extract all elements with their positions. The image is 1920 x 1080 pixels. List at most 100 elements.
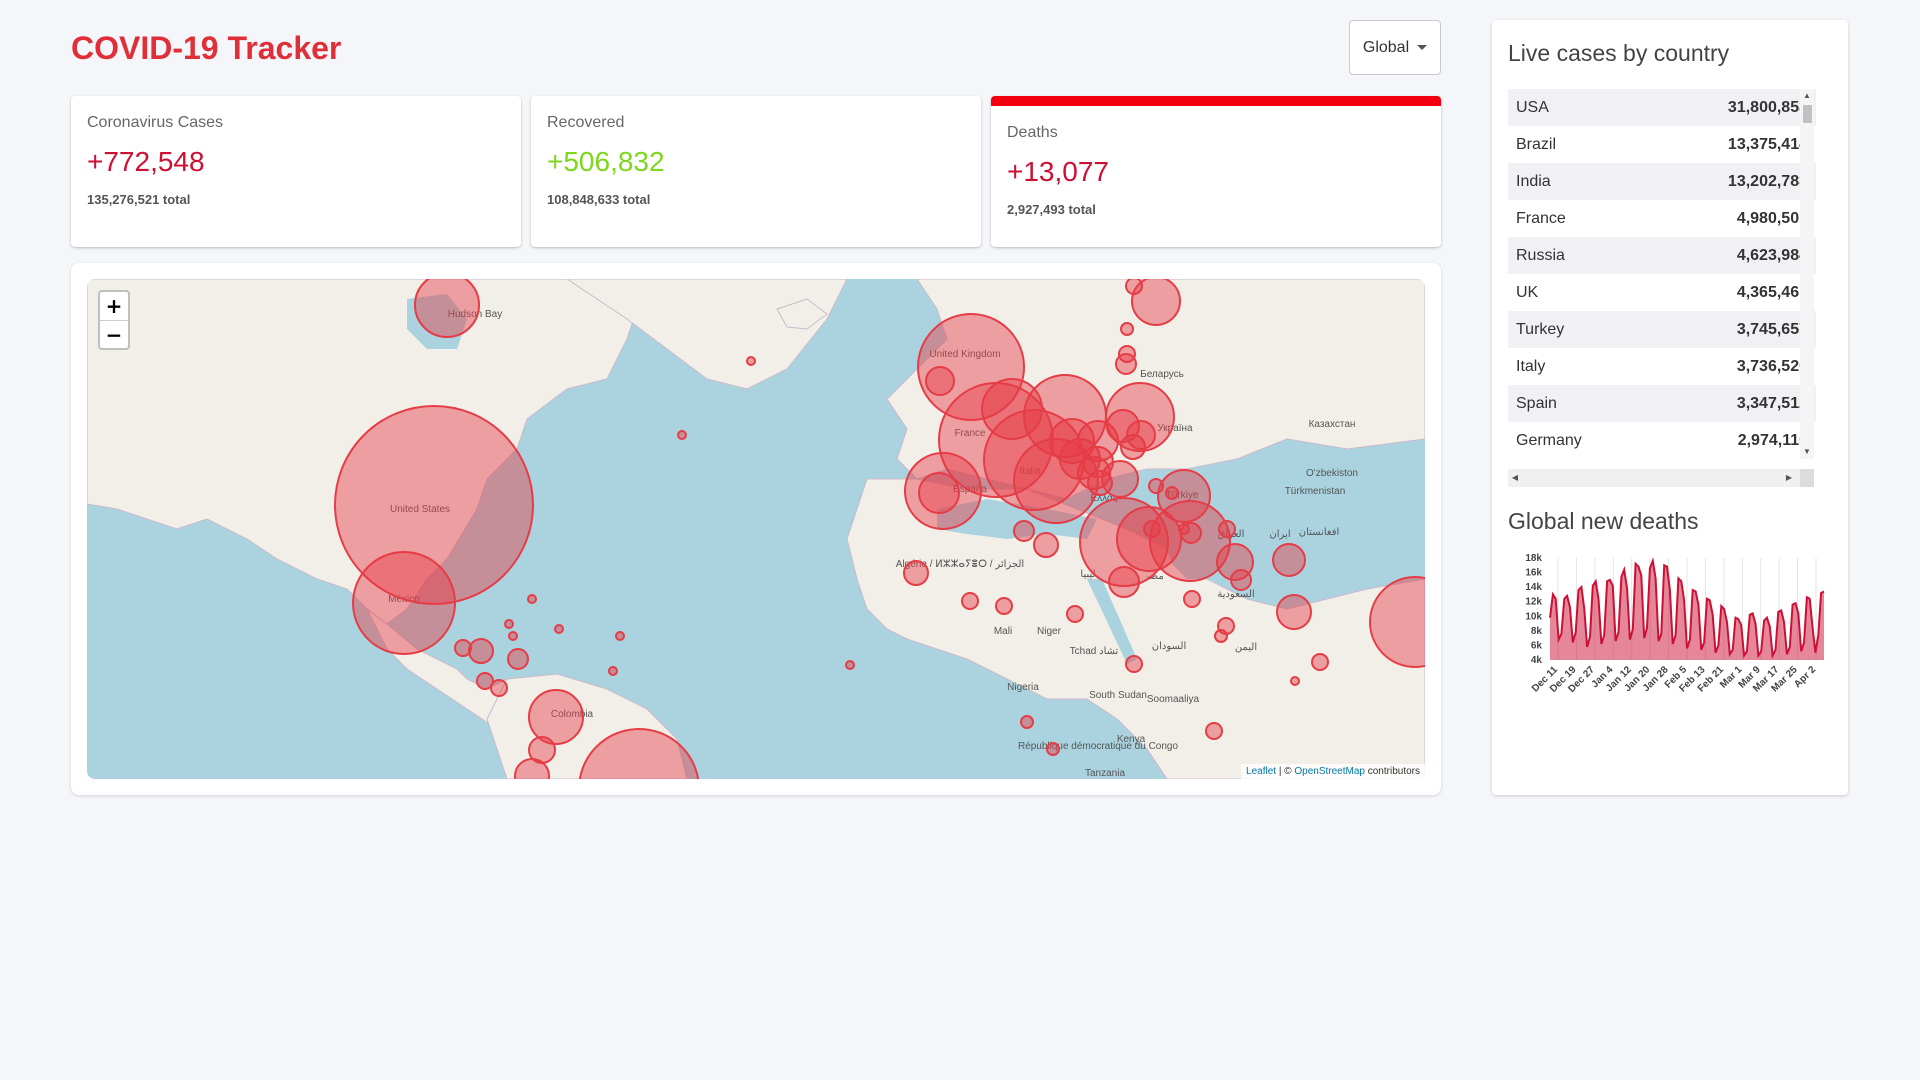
map-case-bubble[interactable] — [1106, 409, 1140, 443]
map-case-bubble[interactable] — [1046, 742, 1060, 756]
map-canvas[interactable]: United StatesMéxicoUnited KingdomEspañaF… — [87, 279, 1425, 779]
map-case-bubble[interactable] — [677, 430, 687, 440]
country-row: Turkey 3,745,657 — [1508, 311, 1816, 348]
stat-value: +772,548 — [87, 146, 205, 177]
attribution-separator: | © — [1276, 766, 1295, 777]
scroll-down-arrow[interactable]: ▼ — [1800, 445, 1814, 459]
map-label: South Sudan — [1089, 690, 1147, 701]
map-case-bubble[interactable] — [1143, 520, 1161, 538]
map-case-bubble[interactable] — [1125, 279, 1143, 295]
chart-x-tick: Apr 2 — [1792, 664, 1818, 690]
map-label: Tchad تشاد — [1070, 646, 1119, 657]
map-case-bubble[interactable] — [1230, 569, 1252, 591]
map-case-bubble[interactable] — [1077, 456, 1111, 490]
scroll-thumb[interactable] — [1803, 105, 1812, 123]
country-cases: 13,375,414 — [1727, 135, 1808, 153]
map-label: السعودية — [1217, 589, 1254, 600]
country-cases: 4,365,461 — [1736, 283, 1808, 301]
scroll-right-arrow[interactable]: ▶ — [1782, 469, 1796, 487]
world-map[interactable]: United StatesMéxicoUnited KingdomEspañaF… — [87, 279, 1425, 779]
scroll-up-arrow[interactable]: ▲ — [1800, 89, 1814, 103]
country-name: Italy — [1516, 357, 1546, 375]
stat-card-recovered[interactable]: Recovered +506,832 108,848,633 total — [531, 96, 981, 247]
zoom-out-button[interactable]: − — [100, 320, 128, 348]
country-cases: 2,974,110 — [1737, 431, 1808, 449]
scroll-left-arrow[interactable]: ◀ — [1508, 469, 1522, 487]
chart-y-tick: 4k — [1531, 655, 1543, 666]
country-name: UK — [1516, 283, 1539, 301]
map-case-bubble[interactable] — [528, 689, 584, 745]
stat-card-deaths[interactable]: Deaths +13,077 2,927,493 total — [991, 96, 1441, 247]
map-case-bubble[interactable] — [995, 597, 1013, 615]
map-case-bubble[interactable] — [504, 619, 514, 629]
openstreetmap-link[interactable]: OpenStreetMap — [1294, 766, 1365, 777]
map-case-bubble[interactable] — [1165, 486, 1179, 500]
global-deaths-chart: 18k 16k 14k 12k 10k 8k 6k 4k Dec 11 Dec 19 Dec 27 J… — [1508, 548, 1828, 708]
map-case-bubble[interactable] — [1311, 653, 1329, 671]
horizontal-scrollbar[interactable]: ◀ ▶ — [1508, 469, 1814, 487]
stat-value: +506,832 — [547, 146, 665, 177]
map-case-bubble[interactable] — [1272, 543, 1306, 577]
map-case-bubble[interactable] — [1183, 590, 1201, 608]
map-case-bubble[interactable] — [1148, 478, 1164, 494]
map-case-bubble[interactable] — [507, 648, 529, 670]
map-case-bubble[interactable] — [1020, 715, 1034, 729]
map-case-bubble[interactable] — [1066, 605, 1084, 623]
map-case-bubble[interactable] — [490, 679, 508, 697]
map-case-bubble[interactable] — [468, 638, 494, 664]
map-case-bubble[interactable] — [1205, 722, 1223, 740]
map-case-bubble[interactable] — [454, 639, 472, 657]
stat-card-cases[interactable]: Coronavirus Cases +772,548 135,276,521 t… — [71, 96, 521, 247]
map-case-bubble[interactable] — [527, 594, 537, 604]
map-case-bubble[interactable] — [1118, 345, 1136, 363]
map-case-bubble[interactable] — [1290, 676, 1300, 686]
map-label: ايران — [1269, 529, 1290, 540]
map-case-bubble[interactable] — [508, 631, 518, 641]
leaflet-link[interactable]: Leaflet — [1246, 766, 1276, 777]
country-name: Germany — [1516, 431, 1582, 449]
map-case-bubble[interactable] — [1214, 629, 1228, 643]
map-case-bubble[interactable] — [615, 631, 625, 641]
scroll-corner — [1800, 469, 1814, 487]
map-case-bubble[interactable] — [414, 279, 480, 338]
region-select[interactable]: Global — [1349, 20, 1441, 75]
map-case-bubble[interactable] — [608, 666, 618, 676]
country-name: Russia — [1516, 246, 1565, 264]
map-case-bubble[interactable] — [961, 592, 979, 610]
map-case-bubble[interactable] — [554, 624, 564, 634]
chart-y-tick: 8k — [1531, 626, 1543, 637]
map-case-bubble[interactable] — [918, 472, 960, 514]
map-case-bubble[interactable] — [1033, 532, 1059, 558]
map-label: Nigeria — [1007, 682, 1039, 693]
attribution-suffix: contributors — [1364, 766, 1420, 777]
zoom-in-button[interactable]: + — [100, 292, 128, 320]
country-name: Brazil — [1516, 135, 1557, 153]
map-case-bubble[interactable] — [1218, 520, 1236, 538]
stat-total: 135,276,521 total — [87, 192, 191, 207]
country-row: Russia 4,623,984 — [1508, 237, 1816, 274]
stat-title: Deaths — [1007, 124, 1058, 141]
map-case-bubble[interactable] — [925, 366, 955, 396]
map-case-bubble[interactable] — [1108, 566, 1140, 598]
map-case-bubble[interactable] — [1276, 594, 1312, 630]
map-case-bubble[interactable] — [746, 356, 756, 366]
map-case-bubble[interactable] — [1120, 322, 1134, 336]
vertical-scrollbar[interactable]: ▲ ▼ — [1800, 89, 1814, 459]
map-case-bubble[interactable] — [903, 560, 929, 586]
map-case-bubble[interactable] — [352, 551, 456, 655]
map-case-bubble[interactable] — [1125, 655, 1143, 673]
country-name: Turkey — [1516, 320, 1565, 338]
country-row: India 13,202,783 — [1508, 163, 1816, 200]
chart-y-tick: 10k — [1525, 611, 1542, 622]
map-case-bubble[interactable] — [1013, 520, 1035, 542]
country-cases: 13,202,783 — [1727, 172, 1808, 190]
country-cases: 31,800,853 — [1727, 98, 1808, 116]
country-row: France 4,980,501 — [1508, 200, 1816, 237]
global-deaths-chart-svg: 18k16k14k12k10k8k6k4kDec 11Dec 19Dec 27J… — [1525, 553, 1825, 695]
map-label: Türkmenistan — [1285, 486, 1346, 497]
map-case-bubble[interactable] — [845, 660, 855, 670]
map-case-bubble[interactable] — [1178, 523, 1190, 535]
country-table[interactable]: USA 31,800,853 Brazil 13,375,414 India 13,202… — [1508, 89, 1816, 459]
map-label: Niger — [1037, 626, 1062, 637]
map-label: اليمن — [1235, 642, 1257, 653]
